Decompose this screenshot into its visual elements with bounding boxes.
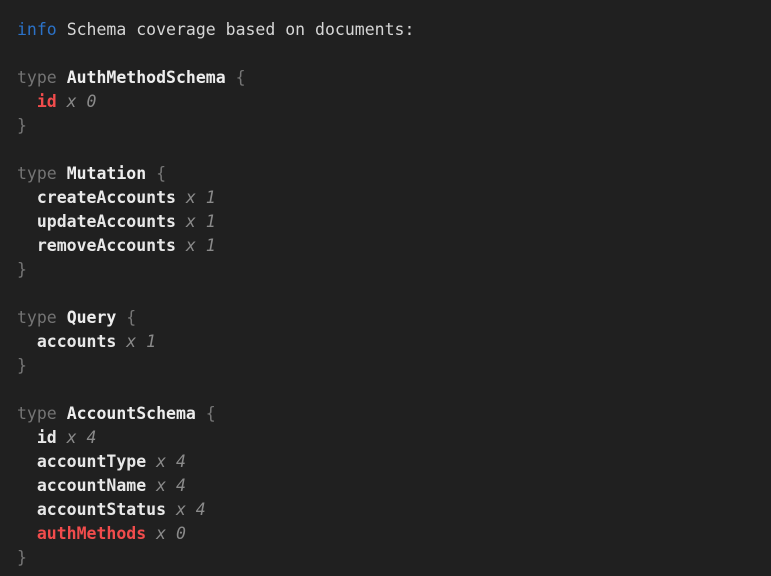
field-coverage-line: id x 0: [17, 90, 761, 114]
type-keyword: type: [17, 164, 57, 183]
field-usage-count: x 0: [67, 92, 97, 111]
close-brace: }: [17, 548, 27, 567]
field-name: accountStatus: [37, 500, 166, 519]
field-name: authMethods: [37, 524, 146, 543]
field-usage-count: x 4: [156, 476, 186, 495]
field-name: updateAccounts: [37, 212, 176, 231]
type-declaration-line: type Mutation {: [17, 162, 761, 186]
type-keyword: type: [17, 68, 57, 87]
field-name: id: [37, 92, 57, 111]
field-usage-count: x 1: [186, 188, 216, 207]
field-coverage-line: accounts x 1: [17, 330, 761, 354]
close-brace: }: [17, 260, 27, 279]
closing-brace-line: }: [17, 114, 761, 138]
coverage-header-line: info Schema coverage based on documents:: [17, 18, 761, 42]
closing-brace-line: }: [17, 354, 761, 378]
field-coverage-line: id x 4: [17, 426, 761, 450]
type-keyword: type: [17, 308, 57, 327]
field-coverage-line: accountName x 4: [17, 474, 761, 498]
field-usage-count: x 4: [176, 500, 206, 519]
blank-line: [17, 378, 761, 402]
field-usage-count: x 4: [67, 428, 97, 447]
field-usage-count: x 0: [156, 524, 186, 543]
field-coverage-line: accountStatus x 4: [17, 498, 761, 522]
blank-line: [17, 42, 761, 66]
field-usage-count: x 1: [186, 212, 216, 231]
type-declaration-line: type AuthMethodSchema {: [17, 66, 761, 90]
type-declaration-line: type Query {: [17, 306, 761, 330]
field-name: accountType: [37, 452, 146, 471]
field-name: removeAccounts: [37, 236, 176, 255]
field-coverage-line: createAccounts x 1: [17, 186, 761, 210]
field-name: accounts: [37, 332, 116, 351]
field-coverage-line: accountType x 4: [17, 450, 761, 474]
terminal-output: info Schema coverage based on documents:…: [0, 0, 771, 576]
field-coverage-line: authMethods x 0: [17, 522, 761, 546]
field-name: id: [37, 428, 57, 447]
type-name: AuthMethodSchema: [67, 68, 226, 87]
type-declaration-line: type AccountSchema {: [17, 402, 761, 426]
coverage-header-text: Schema coverage based on documents:: [67, 20, 415, 39]
type-name: AccountSchema: [67, 404, 196, 423]
close-brace: }: [17, 116, 27, 135]
info-label: info: [17, 20, 57, 39]
blank-line: [17, 282, 761, 306]
field-usage-count: x 4: [156, 452, 186, 471]
field-usage-count: x 1: [186, 236, 216, 255]
field-name: createAccounts: [37, 188, 176, 207]
open-brace: {: [236, 68, 246, 87]
open-brace: {: [126, 308, 136, 327]
type-keyword: type: [17, 404, 57, 423]
open-brace: {: [156, 164, 166, 183]
type-name: Mutation: [67, 164, 146, 183]
blank-line: [17, 138, 761, 162]
field-coverage-line: updateAccounts x 1: [17, 210, 761, 234]
field-usage-count: x 1: [126, 332, 156, 351]
type-name: Query: [67, 308, 117, 327]
open-brace: {: [206, 404, 216, 423]
close-brace: }: [17, 356, 27, 375]
closing-brace-line: }: [17, 546, 761, 570]
closing-brace-line: }: [17, 258, 761, 282]
field-name: accountName: [37, 476, 146, 495]
field-coverage-line: removeAccounts x 1: [17, 234, 761, 258]
